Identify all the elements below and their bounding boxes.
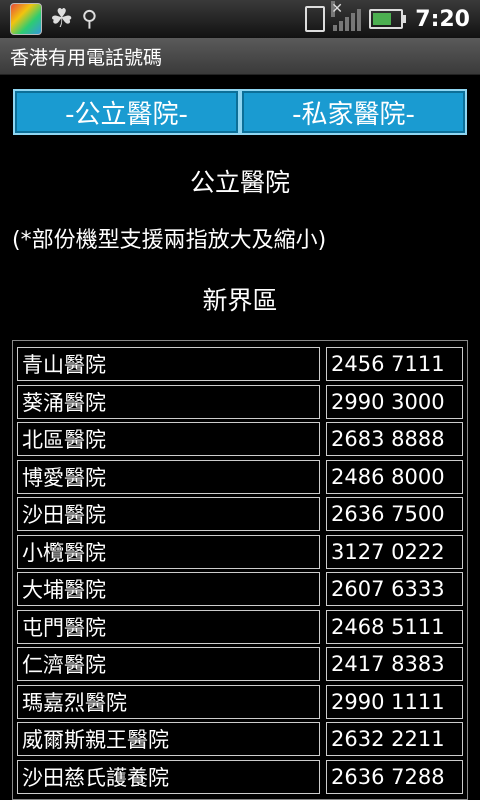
usb-icon: ⚲ <box>81 6 98 32</box>
table-row: 沙田醫院 2636 7500 <box>17 497 465 531</box>
region-title: 新界區 <box>202 286 278 315</box>
hospital-phone[interactable]: 2417 8383 <box>326 647 463 681</box>
hospital-phone[interactable]: 2468 5111 <box>326 609 463 644</box>
notification-icons: ☘ ⚲ <box>0 3 97 35</box>
battery-charging-icon <box>369 9 407 29</box>
hospital-name: 博愛醫院 <box>17 459 320 494</box>
hospital-phone[interactable]: 2607 6333 <box>326 572 463 606</box>
table-row: 瑪嘉烈醫院 2990 1111 <box>17 684 465 719</box>
signal-strength-icon: ✕ <box>331 1 362 31</box>
hospital-name: 葵涌醫院 <box>17 384 320 419</box>
table-row: 葵涌醫院 2990 3000 <box>17 384 465 419</box>
hospital-phone[interactable]: 2636 7288 <box>326 759 463 794</box>
table-row: 屯門醫院 2468 5111 <box>17 609 465 644</box>
table-row: 威爾斯親王醫院 2632 2211 <box>17 722 465 756</box>
app-title-bar: 香港有用電話號碼 <box>0 38 480 75</box>
hospital-name: 北區醫院 <box>17 422 320 456</box>
hospital-phone[interactable]: 2683 8888 <box>326 422 463 456</box>
hospital-type-tabs: -公立醫院- -私家醫院- <box>13 89 467 135</box>
zoom-note: (*部份機型支援兩指放大及縮小) <box>12 228 327 253</box>
hospital-phone[interactable]: 2990 3000 <box>326 384 463 419</box>
table-row: 青山醫院 2456 7111 <box>17 347 465 381</box>
hospital-name: 瑪嘉烈醫院 <box>17 684 320 719</box>
clover-warning-icon: ☘ <box>50 4 74 34</box>
table-row: 仁濟醫院 2417 8383 <box>17 647 465 681</box>
hospital-name: 青山醫院 <box>17 347 320 381</box>
table-row: 博愛醫院 2486 8000 <box>17 459 465 494</box>
section-title: 公立醫院 <box>189 168 290 197</box>
hospital-phone[interactable]: 2636 7500 <box>326 497 463 531</box>
hospital-phone[interactable]: 2990 1111 <box>326 684 463 719</box>
app-title: 香港有用電話號碼 <box>10 46 163 69</box>
table-row: 大埔醫院 2607 6333 <box>17 572 465 606</box>
tab-private-hospitals[interactable]: -私家醫院- <box>240 89 467 135</box>
hospital-phone[interactable]: 2456 7111 <box>326 347 463 381</box>
hospital-phone[interactable]: 3127 0222 <box>326 534 463 569</box>
hospital-name: 沙田醫院 <box>17 497 320 531</box>
sim-card-icon <box>305 6 326 32</box>
table-row: 沙田慈氏護養院 2636 7288 <box>17 759 465 794</box>
status-clock: 7:20 <box>415 6 470 32</box>
status-bar: ☘ ⚲ ✕ 7:20 <box>0 0 480 38</box>
hospital-phone[interactable]: 2486 8000 <box>326 459 463 494</box>
hospital-name: 小欖醫院 <box>17 534 320 569</box>
hospital-name: 大埔醫院 <box>17 572 320 606</box>
hospital-name: 仁濟醫院 <box>17 647 320 681</box>
app-notification-icon <box>10 3 42 35</box>
tab-public-hospitals[interactable]: -公立醫院- <box>13 89 240 135</box>
hospital-name: 威爾斯親王醫院 <box>17 722 320 756</box>
hospital-name: 屯門醫院 <box>17 609 320 644</box>
system-icons: ✕ 7:20 <box>305 0 470 38</box>
hospital-table[interactable]: 青山醫院 2456 7111 葵涌醫院 2990 3000 北區醫院 2683 … <box>12 340 468 800</box>
table-row: 北區醫院 2683 8888 <box>17 422 465 456</box>
no-signal-icon: ✕ <box>331 1 343 17</box>
table-row: 小欖醫院 3127 0222 <box>17 534 465 569</box>
hospital-name: 沙田慈氏護養院 <box>17 759 320 794</box>
hospital-phone[interactable]: 2632 2211 <box>326 722 463 756</box>
